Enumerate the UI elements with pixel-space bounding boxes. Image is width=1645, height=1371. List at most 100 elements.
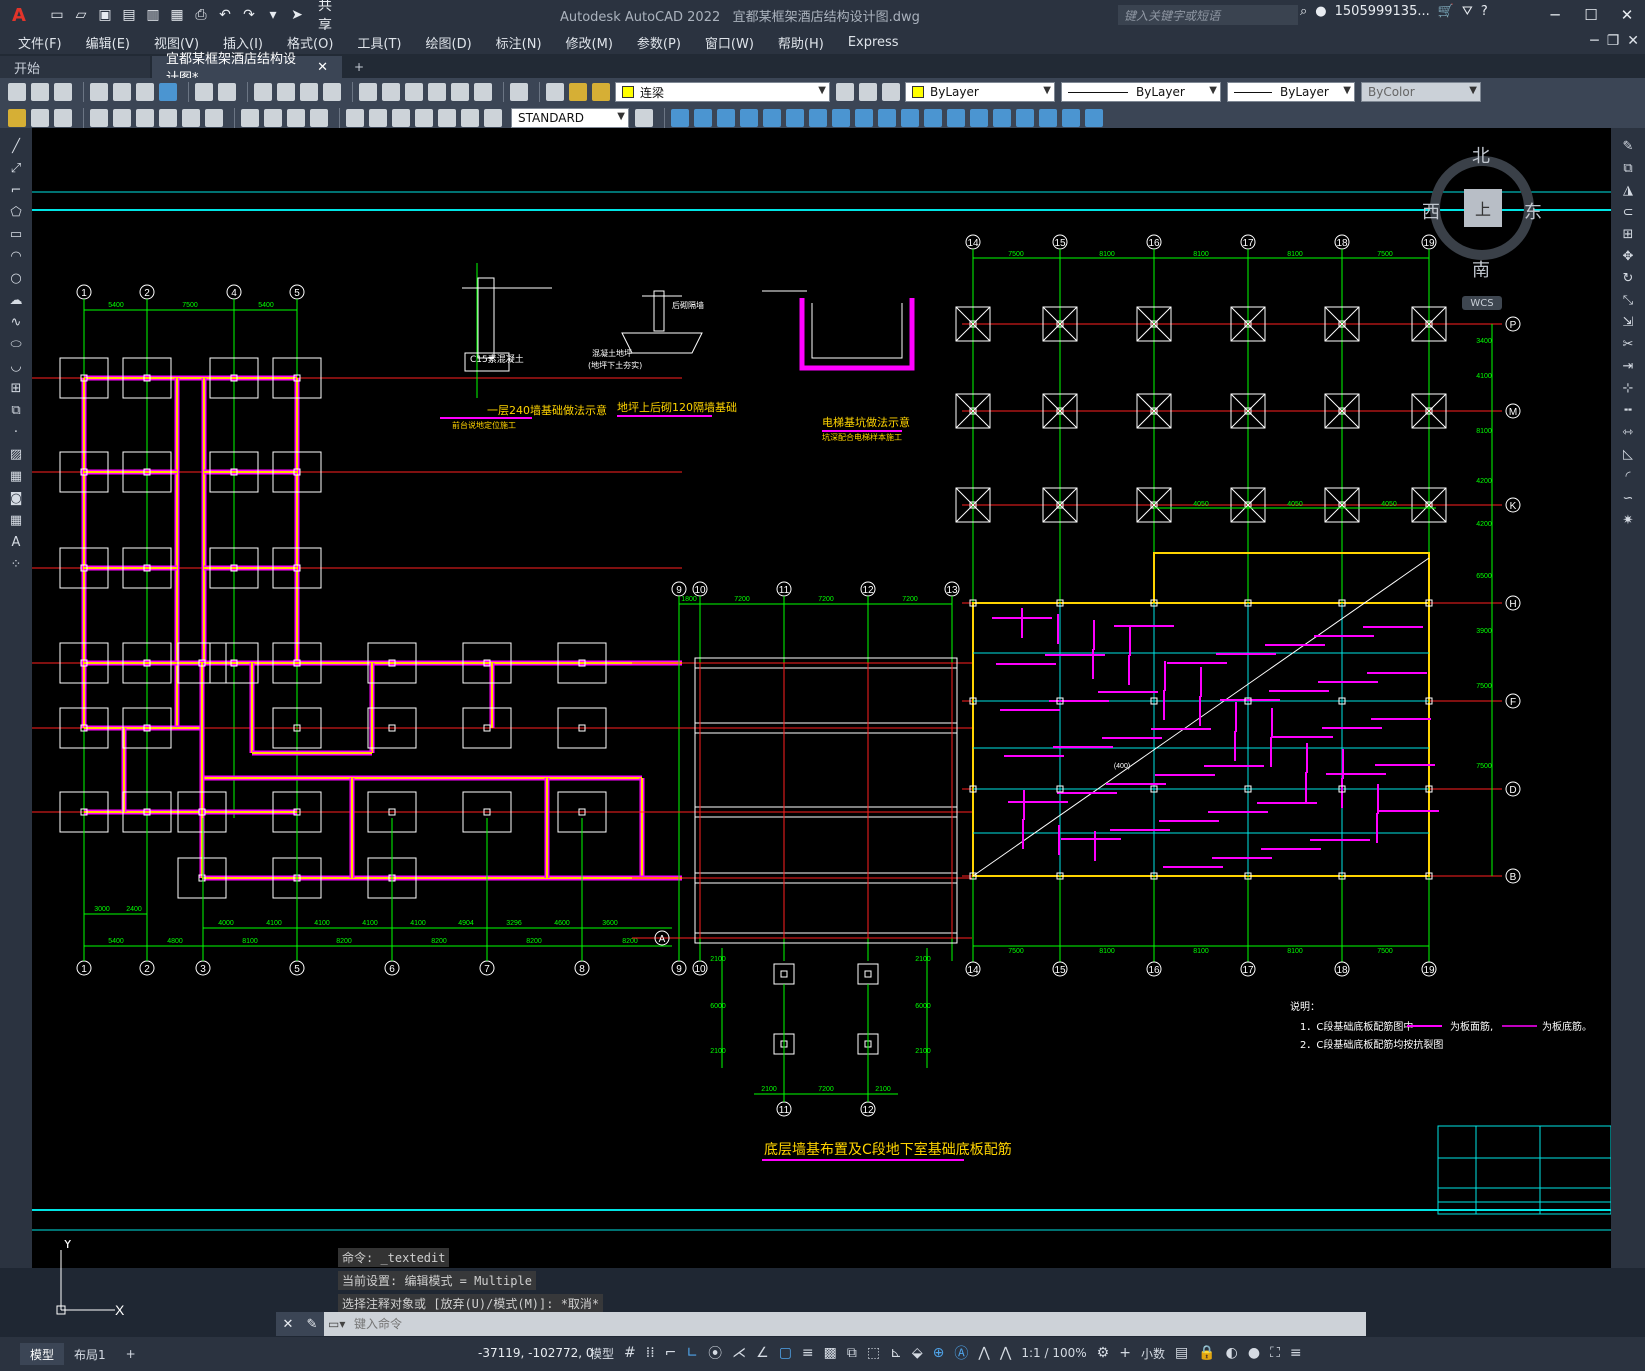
edit-spline-icon[interactable] [1062,109,1080,127]
join-icon[interactable] [947,109,965,127]
clean-screen-icon[interactable]: ⛶ [1270,1345,1280,1361]
open-web-icon[interactable]: ▥ [144,6,162,24]
menu-express[interactable]: Express [848,35,899,50]
close-command-icon[interactable]: ✕ [283,1317,294,1332]
break-icon[interactable] [924,109,942,127]
copy-icon[interactable] [694,109,712,127]
calculator-icon[interactable] [474,83,492,101]
quick-properties-icon[interactable]: ▤ [1175,1345,1188,1361]
menu-help[interactable]: 帮助(H) [778,33,824,52]
isolate-objects-icon[interactable]: ◐ [1226,1345,1238,1361]
array-icon[interactable] [763,109,781,127]
fillet-icon[interactable]: ◜ [1619,468,1637,484]
lock-ui-icon[interactable]: 🔒 [1198,1345,1215,1361]
move-icon[interactable] [786,109,804,127]
line-icon[interactable]: ╱ [7,138,25,154]
save-icon[interactable]: ▣ [96,6,114,24]
menu-window[interactable]: 窗口(W) [705,33,754,52]
customize-wrench-icon[interactable]: ✎ [307,1317,318,1332]
baseline-icon[interactable] [241,109,259,127]
layer-previous-icon[interactable] [859,83,877,101]
customize-status-icon[interactable]: ≡ [1290,1345,1302,1361]
layer-freeze-icon[interactable] [592,83,610,101]
aligned-dimension-icon[interactable] [54,109,72,127]
infer-icon[interactable]: ⌐ [665,1345,677,1361]
angular-icon[interactable] [205,109,223,127]
color-dropdown[interactable]: ByLayer ▼ [905,82,1055,102]
doc-close-button[interactable]: ✕ [1627,33,1639,49]
menu-modify[interactable]: 修改(M) [566,33,613,52]
break-icon[interactable]: ╍ [1619,402,1637,418]
command-input[interactable] [350,1313,1366,1335]
revision-cloud-icon[interactable]: ☁ [7,292,25,308]
mirror-icon[interactable]: ◮ [1619,182,1637,198]
extend-icon[interactable] [901,109,919,127]
redo-icon[interactable]: ↷ [240,6,258,24]
dimbreak-icon[interactable] [310,109,328,127]
dimedit-icon[interactable] [438,109,456,127]
blend-curves-icon[interactable]: ∽ [1619,490,1637,506]
compass-west[interactable]: 西 [1422,198,1440,224]
zoom-previous-icon[interactable] [323,83,341,101]
trim-icon[interactable]: ✂ [1619,336,1637,352]
explode-icon[interactable] [1016,109,1034,127]
pan-icon[interactable] [254,83,272,101]
tab-active-drawing[interactable]: 宜都某框架酒店结构设计图* ✕ [152,52,342,86]
save-as-icon[interactable]: ▤ [120,6,138,24]
auto-scale-icon[interactable]: ⋀ [978,1345,989,1361]
layer-properties-icon[interactable] [546,83,564,101]
jogged-icon[interactable] [159,109,177,127]
polar-icon[interactable]: ⦿ [708,1343,722,1363]
transparency-icon[interactable]: ▩ [824,1345,837,1361]
inspect-icon[interactable] [392,109,410,127]
open-icon[interactable]: ▱ [72,6,90,24]
new-icon[interactable] [8,83,26,101]
text-style-dropdown[interactable]: STANDARD ▼ [511,108,629,128]
coordinates-readout[interactable]: -37119, -102772, 0 [478,1346,594,1360]
units-dropdown[interactable]: 小数 [1141,1345,1165,1362]
share-icon[interactable]: ➤ [288,6,306,24]
mirror-icon[interactable] [717,109,735,127]
plot-preview-icon[interactable] [113,83,131,101]
markup-icon[interactable] [451,83,469,101]
open-icon[interactable] [31,83,49,101]
3d-dwf-icon[interactable] [159,83,177,101]
dimtedit-icon[interactable] [461,109,479,127]
hardware-acceleration-icon[interactable]: ● [1248,1345,1260,1361]
edit-polyline-icon[interactable] [1039,109,1057,127]
array-icon[interactable]: ⊞ [1619,226,1637,242]
gradient-icon[interactable]: ▦ [7,468,25,484]
arc-icon[interactable]: ◠ [7,248,25,264]
circle-icon[interactable]: ○ [7,270,25,286]
region-icon[interactable]: ◙ [7,490,25,506]
layer-dropdown[interactable]: 连梁 ▼ [615,82,830,102]
cart-icon[interactable]: 🛒 [1438,4,1454,19]
selection-filter-icon[interactable]: ⬙ [912,1345,923,1361]
3d-osnap-icon[interactable]: ⬚ [867,1345,880,1361]
trim-icon[interactable] [878,109,896,127]
construction-line-icon[interactable]: ⤢ [7,160,25,176]
join-icon[interactable]: ⇿ [1619,424,1637,440]
otrack-icon[interactable]: ∠ [756,1345,769,1361]
design-center-icon[interactable] [382,83,400,101]
new-icon[interactable]: ▭ [48,6,66,24]
rotate-icon[interactable]: ↻ [1619,270,1637,286]
explode-icon[interactable]: ✷ [1619,512,1637,528]
menu-dimension[interactable]: 标注(N) [496,33,542,52]
compass-north[interactable]: 北 [1472,142,1490,168]
save-web-icon[interactable]: ▦ [168,6,186,24]
erase-icon[interactable] [671,109,689,127]
stretch-icon[interactable] [855,109,873,127]
model-space-button[interactable]: 模型 [590,1345,614,1362]
radius-icon[interactable] [136,109,154,127]
menu-file[interactable]: 文件(F) [18,33,62,52]
viewcube[interactable]: 上 北 南 东 西 WCS [1422,136,1542,310]
recent-commands-icon[interactable]: ▭▾ [324,1317,350,1331]
undo-icon[interactable]: ↶ [216,6,234,24]
stretch-icon[interactable]: ⇲ [1619,314,1637,330]
polygon-icon[interactable]: ⬠ [7,204,25,220]
edit-hatch-icon[interactable] [1085,109,1103,127]
linetype-dropdown[interactable]: ByLayer ▼ [1061,82,1221,102]
dim-update-icon[interactable] [484,109,502,127]
layer-states-icon[interactable] [882,83,900,101]
